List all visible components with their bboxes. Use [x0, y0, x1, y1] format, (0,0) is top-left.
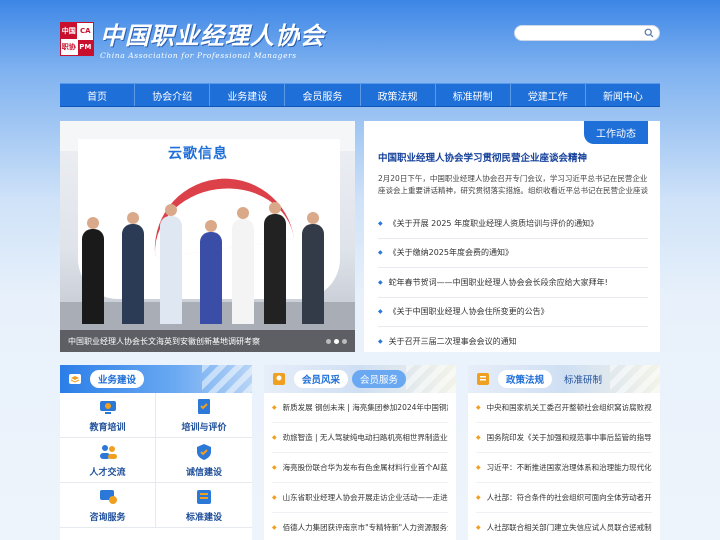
photo-sign-text: 云歌信息 [168, 146, 228, 162]
business-item-standards[interactable]: 标准建设 [156, 483, 252, 528]
list-item[interactable]: ◆ 海亮股份联合华为发布有色金属材料行业首个AI蓝皮书 [272, 453, 448, 483]
list-item[interactable]: ◆ 人社部联合相关部门建立失信应试人员联合惩戒制度 [476, 513, 652, 540]
search-input[interactable] [523, 32, 643, 46]
logo-mark-part: 中国 [61, 23, 77, 39]
members-card: 会员风采 会员服务 ◆新质发展 钢创未来 | 海亮集团参加2024年中国铜加工产… [264, 365, 456, 540]
search-icon[interactable] [644, 28, 654, 38]
logo-mark-part: PM [77, 39, 93, 55]
news-list: ◆ 《关于开展 2025 年度职业经理人资质培训与评价的通知》 ◆ 《关于缴纳202… [378, 209, 648, 357]
nav-member-service[interactable]: 会员服务 [285, 84, 361, 106]
consulting-icon [99, 490, 117, 504]
list-item[interactable]: ◆ 中央和国家机关工委召开整顿社会组织窝访腐败视组织 [476, 393, 652, 423]
business-card-header: 业务建设 [60, 365, 252, 393]
diamond-icon: ◆ [272, 434, 277, 441]
logo-mark-part: CA [77, 23, 93, 39]
nav-party[interactable]: 党建工作 [511, 84, 586, 106]
business-item-training[interactable]: 教育培训 [60, 393, 156, 438]
slider-dot-active[interactable] [334, 339, 339, 344]
evaluation-icon [198, 399, 210, 414]
nav-policy[interactable]: 政策法规 [361, 84, 436, 106]
logo-emblem: 中国 CA 职协 PM [60, 22, 94, 56]
list-item[interactable]: ◆ 《关于中国职业经理人协会住所变更的公告》 [378, 298, 648, 327]
diamond-icon: ◆ [476, 404, 481, 411]
list-item[interactable]: ◆ 关于召开三届二次理事会会议的通知 [378, 327, 648, 357]
diamond-icon: ◆ [476, 524, 481, 531]
diamond-icon: ◆ [272, 464, 277, 471]
list-item[interactable]: ◆ 佰德人力集团获评南京市"专精特新"人力资源服务企业! [272, 513, 448, 540]
business-card: 业务建设 教育培训 培训与评价 人才交流 诚信建设 咨询服务 标准建设 [60, 365, 252, 540]
integrity-icon [197, 444, 211, 460]
talent-icon [99, 445, 117, 459]
slider-caption: 中国职业经理人协会长文海英到安徽创新基地调研考察 [60, 330, 355, 352]
tab-standards[interactable]: 标准研制 [556, 370, 610, 388]
site-logo[interactable]: 中国 CA 职协 PM 中国职业经理人协会 China Association … [60, 22, 325, 62]
business-item-consulting[interactable]: 咨询服务 [60, 483, 156, 528]
nav-standards[interactable]: 标准研制 [436, 84, 511, 106]
photo-slider[interactable]: 云歌信息 中国职业经理人协会长文海英到安徽创新基地调研考察 [60, 121, 355, 352]
slider-dot[interactable] [326, 339, 331, 344]
diamond-icon: ◆ [378, 338, 383, 346]
business-grid: 教育培训 培训与评价 人才交流 诚信建设 咨询服务 标准建设 [60, 393, 252, 528]
nav-home[interactable]: 首页 [60, 84, 136, 106]
diamond-icon: ◆ [378, 219, 383, 227]
slider-photo: 云歌信息 [60, 121, 355, 352]
news-headline[interactable]: 中国职业经理人协会学习贯彻民营企业座谈会精神 [378, 150, 587, 164]
diamond-icon: ◆ [476, 434, 481, 441]
policy-card-header: 政策法规 标准研制 [468, 365, 660, 393]
list-item[interactable]: ◆国务院印发《关于加强和规范事中事后监管的指导意见》 [476, 423, 652, 453]
diamond-icon: ◆ [272, 524, 277, 531]
nav-business[interactable]: 业务建设 [210, 84, 286, 106]
diamond-icon: ◆ [476, 464, 481, 471]
list-item[interactable]: ◆ 蛇年春节贺词——中国职业经理人协会会长段余应给大家拜年! [378, 268, 648, 298]
policy-card: 政策法规 标准研制 ◆ 中央和国家机关工委召开整顿社会组织窝访腐败视组织 ◆ 国务院… [468, 365, 660, 540]
badge-icon [273, 373, 285, 385]
policy-list: ◆ 中央和国家机关工委召开整顿社会组织窝访腐败视组织 ◆ 国务院印发《关于加强和规范… [468, 393, 660, 540]
main-nav: 首页 协会介绍 业务建设 会员服务 政策法规 标准研制 党建工作 新闻中心 [60, 83, 660, 107]
list-item[interactable]: ◆ 劲旅智造 | 无人驾驶纯电动扫路机亮相世界制造业大会 [272, 423, 448, 453]
tab-member-service[interactable]: 会员服务 [352, 370, 407, 388]
logo-subtitle: China Association for Professional Manag… [100, 51, 297, 60]
business-item-talent[interactable]: 人才交流 [60, 438, 156, 483]
document-icon [477, 373, 489, 385]
diamond-icon: ◆ [378, 278, 383, 286]
search-box [514, 25, 660, 46]
nav-news[interactable]: 新闻中心 [586, 84, 660, 106]
diamond-icon: ◆ [272, 404, 277, 411]
tab-member-style[interactable]: 会员风采 [294, 370, 349, 388]
members-list: ◆新质发展 钢创未来 | 海亮集团参加2024年中国铜加工产业 ◆劲旅智造 | … [264, 393, 456, 540]
logo-title: 中国职业经理人协会 [100, 21, 325, 50]
list-item[interactable]: ◆ 《关于开展 2025 年度职业经理人资质培训与评价的通知》 [378, 209, 648, 239]
nav-about[interactable]: 协会介绍 [135, 84, 211, 106]
diamond-icon: ◆ [378, 308, 383, 316]
list-item[interactable]: ◆ 《关于缴纳2025年度会费的通知》 [378, 239, 648, 268]
diamond-icon: ◆ [272, 494, 277, 501]
tab-policy[interactable]: 政策法规 [498, 370, 553, 388]
tab-business[interactable]: 业务建设 [90, 370, 145, 388]
work-news-tag[interactable]: 工作动态 [584, 121, 648, 144]
list-item[interactable]: ◆新质发展 钢创未来 | 海亮集团参加2024年中国铜加工产业 [272, 393, 448, 423]
business-item-integrity[interactable]: 诚信建设 [156, 438, 252, 483]
business-item-evaluation[interactable]: 培训与评价 [156, 393, 252, 438]
news-summary: 2月20日下午，中国职业经理人协会召开专门会议，学习习近平总书记在民营企业座谈会… [378, 174, 648, 195]
diamond-icon: ◆ [476, 494, 481, 501]
members-card-header: 会员风采 会员服务 [264, 365, 456, 393]
logo-mark-part: 职协 [61, 39, 77, 55]
list-item[interactable]: ◆ 习近平：不断推进国家治理体系和治理能力现代化 [476, 453, 652, 483]
work-news-panel: 工作动态 中国职业经理人协会学习贯彻民营企业座谈会精神 2月20日下午，中国职业… [364, 121, 660, 352]
training-icon [99, 401, 116, 414]
list-item[interactable]: ◆山东省职业经理人协会开展走访企业活动——走进医九谷 [272, 483, 448, 513]
slider-dots [326, 339, 347, 344]
slider-dot[interactable] [342, 339, 347, 344]
standards-icon [197, 490, 211, 504]
list-item[interactable]: ◆ 人社部：符合条件的社会组织可面向全体劳动者开展职 [476, 483, 652, 513]
diamond-icon: ◆ [378, 249, 383, 257]
layers-icon [69, 374, 81, 384]
